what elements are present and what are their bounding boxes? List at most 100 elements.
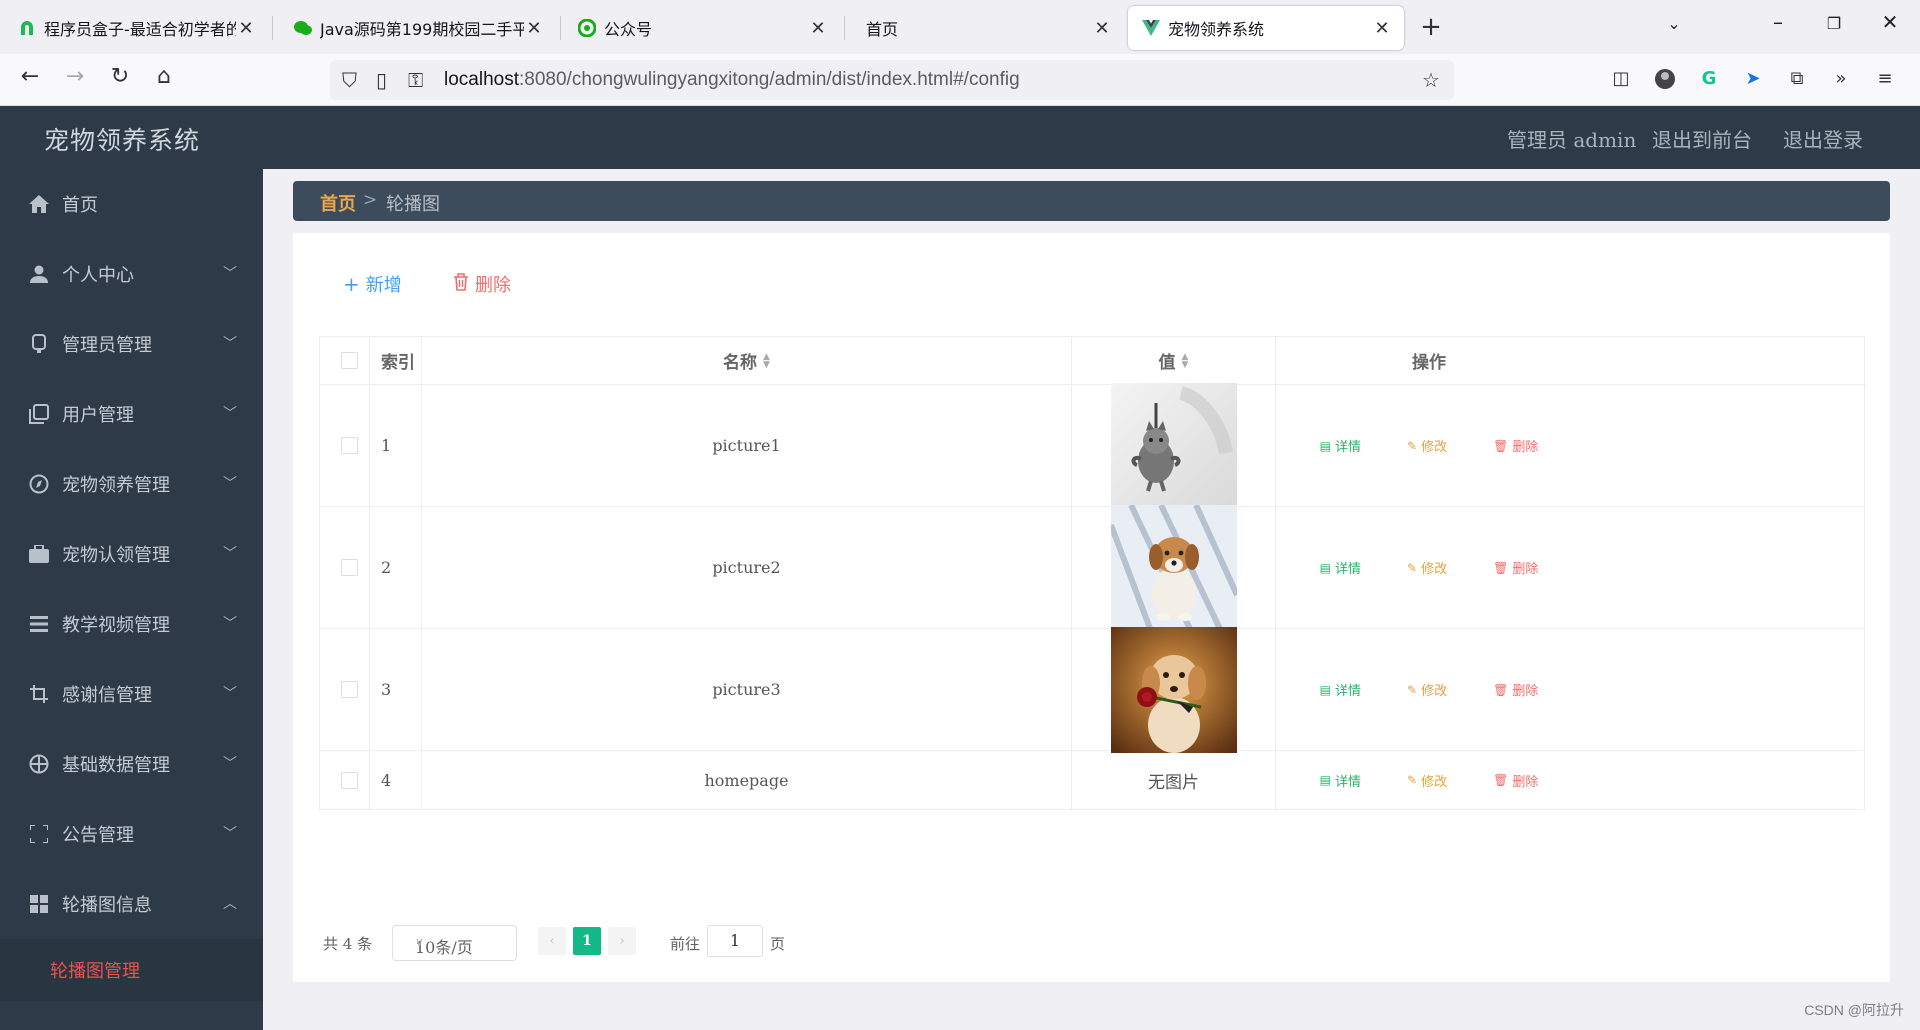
grammarly-icon[interactable]: G (1698, 68, 1720, 90)
prev-page-button[interactable]: ‹ (538, 927, 566, 955)
cat-picture (1110, 382, 1237, 509)
batch-delete-button[interactable]: 删除 (453, 271, 511, 297)
key-icon[interactable]: ⚿ (408, 68, 423, 92)
minimize-icon[interactable]: – (1758, 10, 1798, 34)
page-size-select[interactable]: 10条/页 ∨ (392, 925, 517, 961)
add-button[interactable]: + 新增 (343, 271, 402, 297)
row-checkbox[interactable] (341, 559, 358, 576)
reload-icon[interactable]: ↻ (104, 64, 136, 89)
detail-button[interactable]: ▤ 详情 (1320, 771, 1361, 790)
page-number-current[interactable]: 1 (573, 927, 601, 955)
url-text[interactable]: localhost:8080/chongwulingyangxitong/adm… (444, 69, 1020, 91)
url-bar[interactable]: ⛉ ▯ ⚿ localhost:8080/chongwulingyangxito… (330, 60, 1454, 100)
row-index: 3 (370, 629, 422, 750)
pocket-icon[interactable]: ◫ (1610, 68, 1632, 90)
sidebar-item-home[interactable]: 首页 (0, 169, 263, 239)
new-tab-icon[interactable]: + (1416, 12, 1446, 42)
select-all-checkbox[interactable] (341, 352, 358, 369)
window-close-icon[interactable]: ✕ (1870, 10, 1910, 34)
row-name: picture2 (422, 507, 1072, 628)
header-value[interactable]: 值 ▲ ▼ (1072, 337, 1276, 384)
menu-icon[interactable]: ≡ (1874, 68, 1896, 90)
document-icon: ▤ (1319, 438, 1331, 453)
sidebar-item-admin[interactable]: 管理员管理 ﹀ (0, 309, 263, 379)
browser-tab[interactable]: 公众号 ✕ (564, 6, 840, 50)
restore-icon[interactable]: ❐ (1814, 14, 1854, 33)
main-panel: + 新增 删除 索引 名称 ▲ ▼ 值 ▲ ▼ 操作 1 picture1 ▤ … (293, 233, 1890, 982)
browser-tab-strip: 程序员盒子-最适合初学者的免费 ✕ Java源码第199期校园二手平台 ✕ 公众… (0, 0, 1920, 54)
row-checkbox[interactable] (341, 437, 358, 454)
close-tab-icon[interactable]: ✕ (1092, 18, 1112, 39)
sidebar-item-videos[interactable]: 教学视频管理 ﹀ (0, 589, 263, 659)
delete-button[interactable]: 🗑 删除 (1493, 771, 1538, 790)
app-header: 宠物领养系统 管理员 admin 退出到前台 退出登录 (0, 106, 1920, 169)
forward-icon[interactable]: → (59, 64, 91, 89)
row-name: picture3 (422, 629, 1072, 750)
delete-button[interactable]: 🗑 删除 (1493, 436, 1538, 456)
extensions-icon[interactable]: ⧉ (1786, 68, 1808, 90)
browser-tab[interactable]: 首页 ✕ (848, 6, 1124, 50)
sort-icon[interactable]: ▲ ▼ (763, 352, 770, 369)
sidebar-item-base-data[interactable]: 基础数据管理 ﹀ (0, 729, 263, 799)
bookmark-star-icon[interactable]: ☆ (1422, 68, 1440, 92)
close-tab-icon[interactable]: ✕ (236, 18, 256, 39)
next-page-button[interactable]: › (608, 927, 636, 955)
shield-icon[interactable]: ⛉ (342, 68, 357, 92)
detail-button[interactable]: ▤ 详情 (1319, 436, 1361, 456)
crosshair-icon (28, 753, 50, 775)
trash-icon: 🗑 (1493, 773, 1509, 787)
pencil-icon: ✎ (1407, 682, 1418, 697)
chevron-down-icon: ∨ (415, 935, 424, 949)
sidebar-item-thanks-letters[interactable]: 感谢信管理 ﹀ (0, 659, 263, 729)
no-image-text: 无图片 (1072, 751, 1276, 809)
watermark: CSDN @阿拉升 (1804, 1002, 1904, 1018)
home-icon[interactable]: ⌂ (148, 64, 180, 89)
sidebar-item-notices[interactable]: 公告管理 ﹀ (0, 799, 263, 869)
crop-icon (28, 683, 50, 705)
close-tab-icon[interactable]: ✕ (1372, 18, 1392, 39)
browser-tab-active[interactable]: 宠物领养系统 ✕ (1128, 6, 1404, 50)
delete-button[interactable]: 🗑 删除 (1493, 558, 1538, 578)
cursor-icon[interactable]: ➤ (1742, 68, 1764, 90)
edit-button[interactable]: ✎ 修改 (1407, 771, 1447, 790)
chevron-down-icon: ﹀ (223, 686, 237, 702)
sidebar-item-pet-claim[interactable]: 宠物认领管理 ﹀ (0, 519, 263, 589)
avatar[interactable] (1654, 68, 1676, 90)
table-row: 2 picture2 ▤ 详情 ✎ 修改 🗑 删除 (320, 504, 1866, 631)
goto-page-input[interactable]: 1 (707, 925, 763, 957)
edit-button[interactable]: ✎ 修改 (1407, 558, 1447, 578)
sidebar-item-users[interactable]: 用户管理 ﹀ (0, 379, 263, 449)
sidebar-item-pet-adoption[interactable]: 宠物领养管理 ﹀ (0, 449, 263, 519)
row-checkbox[interactable] (341, 771, 358, 789)
detail-button[interactable]: ▤ 详情 (1320, 558, 1361, 578)
pencil-icon: ✎ (1407, 438, 1418, 453)
breadcrumb-home[interactable]: 首页 (320, 190, 356, 216)
green-swirl-icon (578, 19, 596, 37)
exit-to-front-link[interactable]: 退出到前台 (1652, 124, 1752, 153)
browser-tab[interactable]: 程序员盒子-最适合初学者的免费 ✕ (4, 6, 268, 50)
sidebar-item-carousel[interactable]: 轮播图信息 ︿ (0, 869, 263, 939)
header-index: 索引 (370, 337, 422, 384)
green-arch-icon (18, 19, 36, 37)
close-tab-icon[interactable]: ✕ (524, 18, 544, 39)
logout-link[interactable]: 退出登录 (1783, 124, 1863, 153)
sidebar-subitem-carousel-manage[interactable]: 轮播图管理 (0, 939, 263, 1001)
tab-list-chevron-icon[interactable]: ⌄ (1654, 14, 1694, 33)
breadcrumb-current: 轮播图 (386, 194, 440, 215)
row-checkbox[interactable] (341, 681, 358, 698)
edit-button[interactable]: ✎ 修改 (1407, 436, 1447, 456)
puppy-picture (1110, 504, 1237, 631)
delete-button[interactable]: 🗑 删除 (1493, 680, 1538, 700)
sidebar-item-profile[interactable]: 个人中心 ﹀ (0, 239, 263, 309)
chevron-down-icon: ﹀ (223, 546, 237, 562)
header-name[interactable]: 名称 ▲ ▼ (422, 337, 1072, 384)
browser-tab[interactable]: Java源码第199期校园二手平台 ✕ (280, 6, 556, 50)
close-tab-icon[interactable]: ✕ (808, 18, 828, 39)
edit-button[interactable]: ✎ 修改 (1407, 680, 1447, 700)
detail-button[interactable]: ▤ 详情 (1320, 680, 1361, 700)
overflow-chevron-icon[interactable]: » (1830, 68, 1852, 90)
sort-icon[interactable]: ▲ ▼ (1182, 352, 1189, 369)
back-icon[interactable]: ← (14, 64, 46, 89)
pagination: 共 4 条 10条/页 ∨ ‹ 1 › 前往 1 页 (323, 925, 1223, 965)
list-icon (28, 613, 50, 635)
